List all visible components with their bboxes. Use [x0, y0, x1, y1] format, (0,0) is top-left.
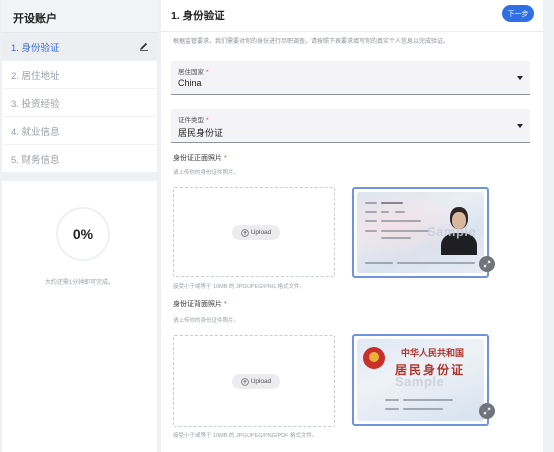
step-label: 5. 财务信息 — [11, 154, 60, 166]
front-upload-zone[interactable]: Upload — [173, 187, 335, 277]
id-type-label: 证件类型 * — [178, 117, 209, 124]
page-header: 1. 身份验证 下一步 — [161, 0, 543, 32]
step-label: 4. 就业信息 — [11, 126, 60, 138]
sample-watermark: Sample — [395, 374, 445, 389]
sample-watermark: Sample — [427, 224, 477, 239]
id-card-back-sample: 中华人民共和国 居民身份证 Sample — [357, 339, 484, 421]
front-upload-subtitle: 请上传你的身份证件照片。 — [173, 170, 240, 176]
step-label: 2. 居住地址 — [11, 70, 60, 82]
page-title: 1. 身份验证 — [171, 10, 225, 22]
national-emblem-icon — [363, 347, 385, 369]
dropdown-caret-icon[interactable] — [517, 124, 523, 128]
back-sample-image[interactable]: 中华人民共和国 居民身份证 Sample — [352, 334, 489, 426]
edit-icon[interactable] — [139, 41, 149, 51]
back-upload-title: 身份证背面照片 * — [173, 301, 227, 308]
step-list: 1. 身份验证 2. 居住地址 3. 投资经验 4. 就业信息 5. 财务信息 — [2, 33, 157, 173]
step-label: 1. 身份验证 — [11, 42, 60, 54]
step-label: 3. 投资经验 — [11, 98, 60, 110]
cloud-upload-icon — [240, 228, 249, 237]
progress-note: 大约还需1分钟即可完成。 — [44, 280, 115, 286]
step-identity-verification[interactable]: 1. 身份验证 — [2, 33, 157, 61]
next-button[interactable]: 下一步 — [502, 5, 534, 22]
progress-ring: 0% — [56, 207, 110, 261]
step-employment-info[interactable]: 4. 就业信息 — [2, 117, 157, 145]
cloud-upload-icon — [240, 377, 249, 386]
country-label: 居住国家 * — [178, 69, 209, 76]
back-upload-hint: 接受小于或等于 10MB 的 JPG/JPEG/PNG/PDF 格式文件。 — [173, 433, 318, 439]
sidebar-title: 开设账户 — [2, 0, 157, 33]
country-select[interactable]: 居住国家 * China — [171, 61, 530, 95]
id-card-front-sample: Sample — [357, 192, 484, 273]
back-upload-zone[interactable]: Upload — [173, 335, 335, 427]
front-sample-image[interactable]: Sample — [352, 187, 489, 278]
id-type-select[interactable]: 证件类型 * 居民身份证 — [171, 109, 530, 143]
front-upload-title: 身份证正面照片 * — [173, 155, 227, 162]
sidebar: 开设账户 1. 身份验证 2. 居住地址 3. 投资经验 4. 就业信息 5. … — [2, 0, 157, 452]
step-residential-address[interactable]: 2. 居住地址 — [2, 61, 157, 89]
step-financial-info[interactable]: 5. 财务信息 — [2, 145, 157, 173]
progress-card: 0% 大约还需1分钟即可完成。 — [2, 181, 157, 452]
intro-text: 根据监管要求，我们需要对你的身份进行尽职调查。请按照下表要求填写你的真实个人信息… — [173, 39, 450, 45]
front-upload-button[interactable]: Upload — [232, 225, 280, 240]
id-type-value: 居民身份证 — [178, 128, 224, 138]
step-investment-experience[interactable]: 3. 投资经验 — [2, 89, 157, 117]
back-upload-subtitle: 请上传你的身份证件照片。 — [173, 318, 240, 324]
zoom-icon[interactable] — [479, 256, 495, 272]
front-upload-hint: 接受小于或等于 10MB 的 JPG/JPEG/PNG 格式文件。 — [173, 284, 306, 290]
country-value: China — [178, 78, 202, 88]
sidebar-divider — [2, 173, 157, 181]
zoom-icon[interactable] — [479, 403, 495, 419]
main-panel: 1. 身份验证 下一步 根据监管要求，我们需要对你的身份进行尽职调查。请按照下表… — [161, 0, 543, 452]
back-upload-button[interactable]: Upload — [232, 374, 280, 389]
card-country-title: 中华人民共和国 — [401, 349, 465, 359]
dropdown-caret-icon[interactable] — [517, 76, 523, 80]
progress-percent: 0% — [72, 226, 94, 242]
